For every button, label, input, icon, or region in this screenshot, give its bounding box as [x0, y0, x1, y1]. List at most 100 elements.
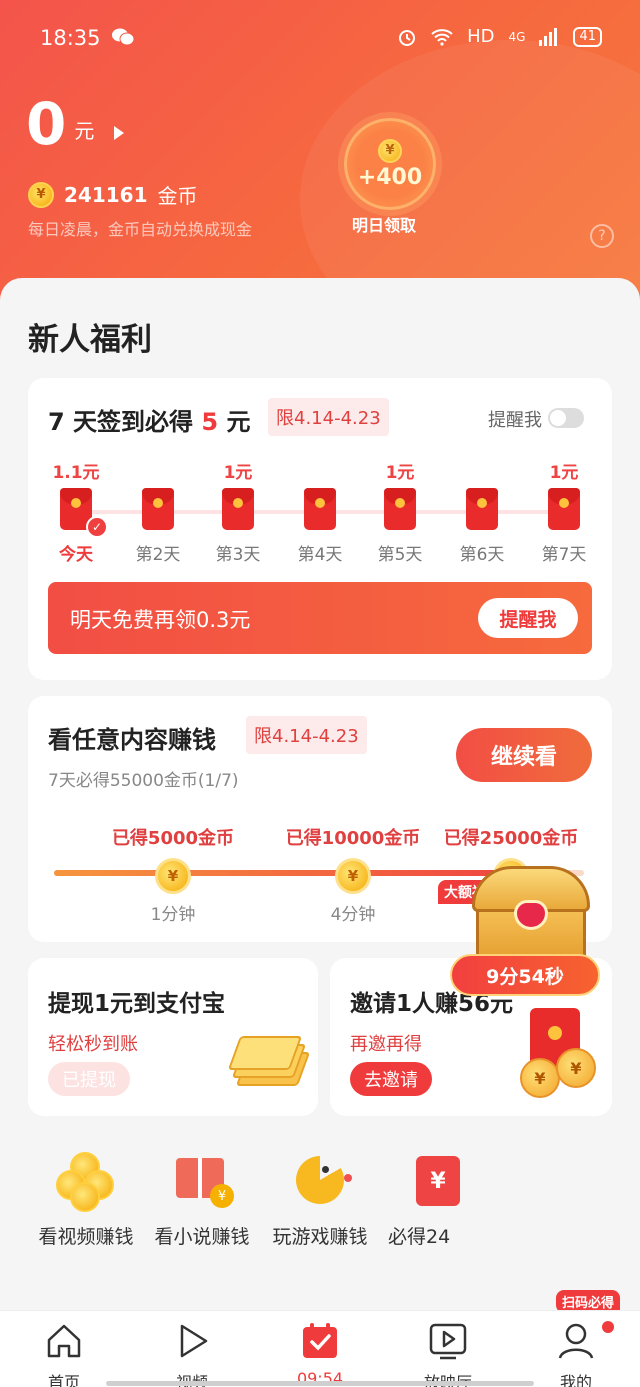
signal-icon	[539, 27, 558, 46]
countdown-timer[interactable]: 9分54秒	[450, 954, 600, 996]
section-title: 新人福利	[28, 322, 152, 358]
wifi-icon	[431, 28, 453, 46]
day-label: 第4天	[297, 545, 343, 565]
quick-actions: 看视频赚钱 ¥ 看小说赚钱 玩游戏赚钱 ¥ 必得24	[0, 1140, 640, 1270]
coin-icon: ¥	[28, 181, 54, 208]
day-amount: 1元	[223, 463, 253, 483]
invite-button[interactable]: 去邀请	[350, 1062, 432, 1096]
withdraw-subtitle: 轻松秒到账	[48, 1034, 138, 1055]
content-sheet: 新人福利 7 天签到必得 5 元 限4.14-4.23 提醒我 1.1元 ✓ 今天 第…	[0, 278, 640, 1387]
continue-watch-button[interactable]: 继续看	[456, 728, 592, 782]
watch-milestone: 已得10000金币 ¥4分钟	[268, 824, 438, 925]
checkin-title-amount: 5	[201, 408, 219, 436]
coins-amount: 241161	[64, 182, 148, 207]
milestone-time: 1分钟	[150, 905, 196, 925]
milestone-earned: 已得10000金币	[285, 828, 421, 849]
battery-indicator: 41	[573, 26, 602, 47]
coin-icon: ¥	[520, 1058, 560, 1098]
notification-dot	[602, 1321, 614, 1333]
day-amount	[442, 458, 522, 484]
coins-unit: 金币	[157, 184, 198, 208]
milestone-time: 4分钟	[330, 905, 376, 925]
network-label: HD	[467, 26, 495, 47]
checkin-day[interactable]: 第6天	[442, 458, 522, 565]
balance-amount: 0	[26, 90, 67, 158]
tab-bar: 首页 视频 09:54 放映厅 我的	[0, 1310, 640, 1387]
red-envelope-icon	[222, 488, 254, 530]
home-icon	[47, 1324, 81, 1358]
quick-item-daily[interactable]: ¥ 必得24	[368, 1140, 508, 1249]
red-envelope-icon	[304, 488, 336, 530]
bonus-amount: +400	[357, 164, 423, 190]
day-amount: 1元	[385, 463, 415, 483]
day-amount: 1元	[549, 463, 579, 483]
tab-theater[interactable]: 放映厅	[384, 1311, 512, 1387]
remind-toggle[interactable]	[548, 408, 584, 428]
red-envelope-icon	[384, 488, 416, 530]
milestone-earned: 已得25000金币	[443, 828, 579, 849]
tomorrow-text: 明天免费再领0.3元	[70, 608, 251, 632]
watch-title: 看任意内容赚钱	[48, 726, 216, 754]
coin-icon: ¥	[378, 138, 402, 163]
red-envelope-icon	[142, 488, 174, 530]
checkin-day[interactable]: 1.1元 ✓ 今天	[36, 458, 116, 565]
checkin-title-prefix: 7 天签到必得	[48, 408, 194, 436]
invite-subtitle: 再邀再得	[350, 1034, 422, 1055]
quick-label: 必得24	[388, 1226, 451, 1248]
checkin-day[interactable]: 第4天	[280, 458, 360, 565]
calendar-check-icon	[303, 1323, 337, 1358]
checkin-day[interactable]: 1元第5天	[360, 458, 440, 565]
withdraw-card[interactable]: 提现1元到支付宝 轻松秒到账 已提现	[28, 958, 318, 1116]
coins-icon	[54, 1152, 118, 1212]
day-label: 第7天	[541, 545, 587, 565]
period-tag: 限4.14-4.23	[246, 716, 367, 754]
tab-tasks[interactable]: 09:54	[256, 1311, 384, 1387]
day-label: 第3天	[215, 545, 261, 565]
status-time: 18:35	[40, 26, 101, 50]
help-icon[interactable]: ?	[590, 224, 614, 248]
status-bar: 18:35 HD 4G 41	[0, 0, 640, 78]
day-label: 第6天	[459, 545, 505, 565]
coins-note: 每日凌晨，金币自动兑换成现金	[28, 220, 253, 239]
checkin-title-suffix: 元	[226, 408, 251, 436]
remind-button[interactable]: 提醒我	[478, 598, 578, 638]
status-icons: HD 4G 41	[397, 26, 602, 47]
alarm-icon	[399, 29, 416, 46]
checkin-title: 7 天签到必得 5 元	[48, 402, 250, 437]
red-envelope-icon	[548, 488, 580, 530]
checkin-day[interactable]: 第2天	[118, 458, 198, 565]
book-icon: ¥	[170, 1152, 234, 1212]
day-label: 第2天	[135, 545, 181, 565]
play-icon	[180, 1324, 208, 1358]
period-tag: 限4.14-4.23	[268, 398, 389, 436]
tab-video[interactable]: 视频	[128, 1311, 256, 1387]
checkin-days: 1.1元 ✓ 今天 第2天 1元 第3天 第4天 1元 第5天 第6天 1元 第7天	[28, 458, 612, 568]
checkin-day[interactable]: 1元第3天	[198, 458, 278, 565]
bonus-label: 明日领取	[352, 216, 417, 235]
tab-profile[interactable]: 我的	[512, 1311, 640, 1387]
tomorrow-bar: 明天免费再领0.3元 提醒我	[48, 582, 592, 654]
day-label: 今天	[59, 545, 93, 565]
tab-home[interactable]: 首页	[0, 1311, 128, 1387]
day-amount: 1.1元	[52, 463, 100, 483]
checkin-day[interactable]: 1元第7天	[524, 458, 604, 565]
bonus-button[interactable]: ¥ +400	[344, 118, 436, 210]
signal-label: 4G	[508, 29, 526, 44]
wechat-icon	[112, 28, 134, 46]
watch-subtitle: 7天必得55000金币(1/7)	[48, 771, 239, 791]
coin-icon: ¥	[335, 858, 371, 894]
coin-icon: ¥	[155, 858, 191, 894]
day-amount	[118, 458, 198, 484]
game-icon	[288, 1152, 352, 1212]
day-label: 第5天	[377, 545, 423, 565]
checkin-card: 7 天签到必得 5 元 限4.14-4.23 提醒我 1.1元 ✓ 今天 第2天 1元第…	[28, 378, 612, 680]
calendar-icon: ¥	[406, 1152, 470, 1212]
money-icon	[227, 1034, 311, 1090]
remind-label: 提醒我	[488, 410, 542, 431]
withdrawn-button[interactable]: 已提现	[48, 1062, 130, 1096]
day-amount	[280, 458, 360, 484]
red-envelope-icon: ¥ ¥	[520, 1008, 600, 1100]
arrow-right-icon	[114, 126, 125, 140]
balance[interactable]: 0 元	[26, 90, 125, 158]
user-icon	[558, 1323, 594, 1359]
